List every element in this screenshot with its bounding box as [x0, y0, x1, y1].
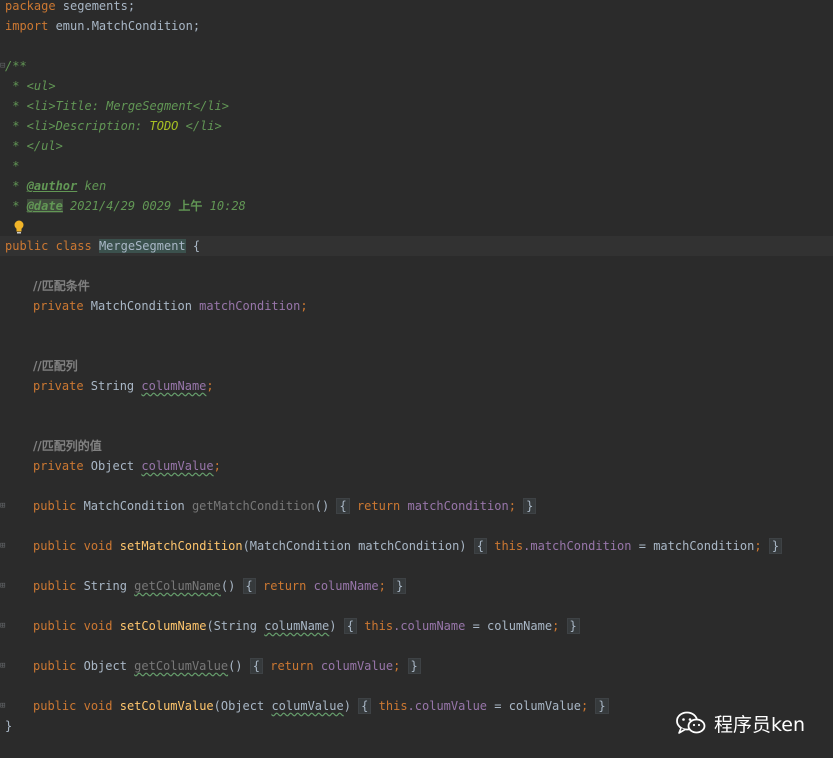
field-colum-name[interactable]: private String columName; — [33, 376, 214, 396]
method-set-colum-name[interactable]: public void setColumName(String columNam… — [33, 616, 580, 636]
method-get-match-condition[interactable]: public MatchCondition getMatchCondition(… — [33, 496, 537, 516]
method-set-match-condition[interactable]: public void setMatchCondition(MatchCondi… — [33, 536, 783, 556]
fold-icon[interactable]: ⊞ — [0, 696, 8, 716]
field-colum-value[interactable]: private Object columValue; — [33, 456, 221, 476]
watermark-text: 程序员ken — [713, 713, 805, 736]
package-line[interactable]: package segements; — [5, 0, 135, 16]
fold-icon[interactable]: ⊞ — [0, 496, 8, 516]
fold-icon[interactable]: ⊞ — [0, 616, 8, 636]
field-match-condition[interactable]: private MatchCondition matchCondition; — [33, 296, 308, 316]
javadoc-ul-close[interactable]: * </ul> — [5, 136, 63, 156]
comment-col[interactable]: //匹配列 — [33, 356, 78, 376]
comment-match[interactable]: //匹配条件 — [33, 276, 90, 296]
import-line[interactable]: import emun.MatchCondition; — [5, 16, 200, 36]
fold-icon[interactable]: ⊞ — [0, 576, 8, 596]
watermark: 程序员ken — [676, 710, 805, 736]
method-get-colum-name[interactable]: public String getColumName() { return co… — [33, 576, 407, 596]
fold-icon[interactable]: ⊞ — [0, 536, 8, 556]
javadoc-author[interactable]: * @author ken — [5, 176, 106, 196]
fold-icon[interactable]: ⊞ — [0, 656, 8, 676]
javadoc-open[interactable]: /** — [5, 56, 27, 76]
class-close[interactable]: } — [5, 716, 12, 736]
javadoc-title[interactable]: * <li>Title: MergeSegment</li> — [5, 96, 229, 116]
method-set-colum-value[interactable]: public void setColumValue(Object columVa… — [33, 696, 609, 716]
javadoc-ul-open[interactable]: * <ul> — [5, 76, 55, 96]
lightbulb-icon[interactable] — [13, 220, 25, 234]
code-editor[interactable]: { "editor": { "line_package": {"kw": "pa… — [0, 0, 833, 758]
class-declaration[interactable]: public class MergeSegment { — [5, 236, 200, 256]
javadoc-blank[interactable]: * — [5, 156, 19, 176]
javadoc-description[interactable]: * <li>Description: TODO </li> — [5, 116, 222, 136]
wechat-icon — [676, 711, 706, 734]
javadoc-date[interactable]: * @date 2021/4/29 0029 上午 10:28 — [5, 196, 246, 216]
comment-val[interactable]: //匹配列的值 — [33, 436, 102, 456]
method-get-colum-value[interactable]: public Object getColumValue() { return c… — [33, 656, 421, 676]
